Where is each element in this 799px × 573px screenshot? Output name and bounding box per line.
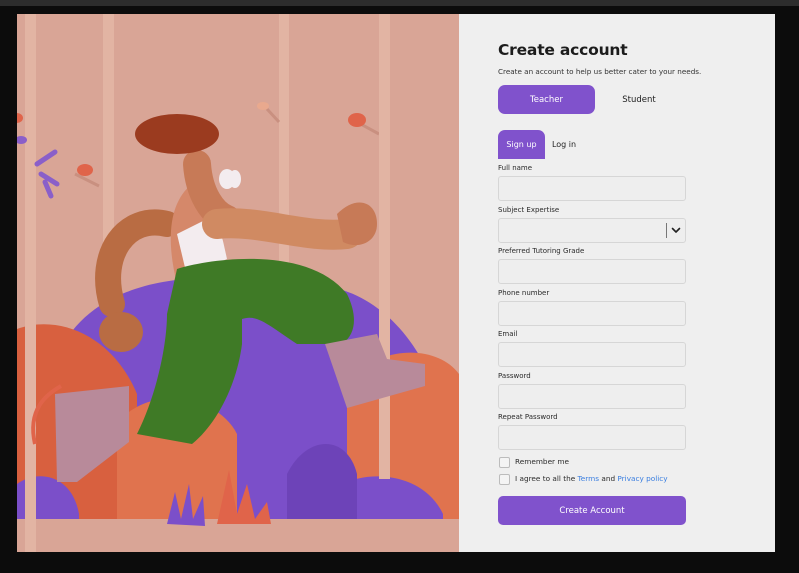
agree-terms-checkbox[interactable] <box>499 474 510 485</box>
page-title: Create account <box>498 41 628 59</box>
preferred-grade-label: Preferred Tutoring Grade <box>498 247 585 255</box>
tab-sign-up[interactable]: Sign up <box>498 130 545 159</box>
chevron-down-icon[interactable] <box>670 224 682 236</box>
running-character-illustration <box>17 14 459 552</box>
tab-log-in[interactable]: Log in <box>548 130 580 159</box>
role-student-button[interactable]: Student <box>599 85 679 114</box>
phone-number-input[interactable] <box>498 301 686 326</box>
page-subtitle: Create an account to help us better cate… <box>498 67 702 76</box>
phone-number-label: Phone number <box>498 289 550 297</box>
full-name-label: Full name <box>498 164 533 172</box>
signup-card: Create account Create an account to help… <box>17 14 775 552</box>
terms-link[interactable]: Terms <box>578 474 600 483</box>
subject-expertise-label: Subject Expertise <box>498 206 560 214</box>
agree-terms-label: I agree to all the Terms and Privacy pol… <box>515 474 668 483</box>
agree-and-text: and <box>601 474 616 483</box>
repeat-password-input[interactable] <box>498 425 686 450</box>
hero-illustration <box>17 14 459 552</box>
password-label: Password <box>498 372 531 380</box>
email-input[interactable] <box>498 342 686 367</box>
remember-me-label: Remember me <box>515 457 569 466</box>
select-divider <box>666 223 667 238</box>
agree-prefix-text: I agree to all the <box>515 474 576 483</box>
role-teacher-button[interactable]: Teacher <box>498 85 595 114</box>
privacy-policy-link[interactable]: Privacy policy <box>617 474 667 483</box>
email-label: Email <box>498 330 518 338</box>
repeat-password-label: Repeat Password <box>498 413 558 421</box>
password-input[interactable] <box>498 384 686 409</box>
subject-expertise-field[interactable] <box>498 218 686 243</box>
full-name-input[interactable] <box>498 176 686 201</box>
signup-panel: Create account Create an account to help… <box>459 14 775 552</box>
subject-expertise-select[interactable] <box>498 218 686 243</box>
preferred-grade-input[interactable] <box>498 259 686 284</box>
remember-me-checkbox[interactable] <box>499 457 510 468</box>
create-account-button[interactable]: Create Account <box>498 496 686 525</box>
window-top-bar <box>0 0 799 6</box>
